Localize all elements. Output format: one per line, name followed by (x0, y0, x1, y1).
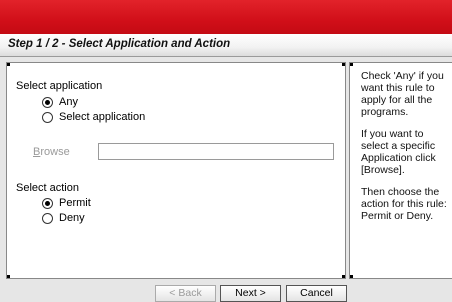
application-path-field[interactable] (98, 143, 334, 160)
select-action-label: Select action (16, 182, 79, 194)
panel-corner-marker (7, 275, 10, 278)
cancel-button[interactable]: Cancel (286, 285, 347, 302)
next-button[interactable]: Next > (220, 285, 281, 302)
step-title: Step 1 / 2 - Select Application and Acti… (8, 38, 231, 50)
panel-corner-marker (342, 275, 345, 278)
step-header: Step 1 / 2 - Select Application and Acti… (0, 34, 452, 57)
radio-deny-label[interactable]: Deny (59, 212, 85, 224)
panel-corner-marker (7, 63, 10, 66)
radio-any-label[interactable]: Any (59, 96, 78, 108)
radio-permit-label[interactable]: Permit (59, 197, 91, 209)
radio-any[interactable] (42, 97, 53, 108)
panel-corner-marker (342, 63, 345, 66)
radio-deny[interactable] (42, 213, 53, 224)
radio-permit[interactable] (42, 198, 53, 209)
browse-label-rest: rowse (40, 146, 70, 158)
options-panel: Select application Any Select applicatio… (6, 62, 346, 279)
help-panel: Check 'Any' if you want this rule to app… (349, 62, 452, 279)
radio-select-application[interactable] (42, 112, 53, 123)
help-paragraph-action: Then choose the action for this rule: Pe… (361, 186, 447, 222)
help-text: Check 'Any' if you want this rule to app… (361, 70, 452, 232)
select-application-label: Select application (16, 80, 103, 92)
browse-label: Browse (33, 146, 70, 158)
panel-corner-marker (350, 275, 353, 278)
help-paragraph-browse: If you want to select a specific Applica… (361, 128, 436, 176)
radio-select-application-label[interactable]: Select application (59, 111, 145, 123)
back-button[interactable]: < Back (155, 285, 216, 302)
help-paragraph-any: Check 'Any' if you want this rule to app… (361, 70, 444, 118)
panel-corner-marker (350, 63, 353, 66)
header-banner (0, 0, 452, 34)
